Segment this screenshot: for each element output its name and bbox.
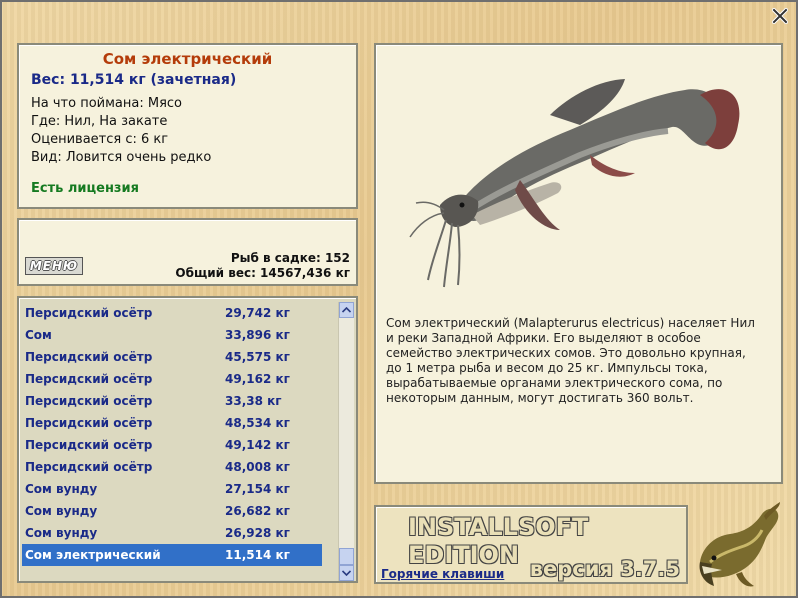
list-item-weight: 48,534 кг (225, 416, 290, 430)
list-scrollbar[interactable] (338, 302, 354, 581)
list-item-weight: 49,142 кг (225, 438, 290, 452)
list-item-name: Сом вунду (25, 526, 98, 540)
fish-info-panel: Сом электрический Вес: 11,514 кг (зачетн… (17, 43, 358, 209)
scroll-thumb[interactable] (339, 548, 354, 565)
list-item-name: Персидский осётр (25, 350, 153, 364)
list-item-weight: 45,575 кг (225, 350, 290, 364)
list-item-weight: 49,162 кг (225, 372, 290, 386)
fish-weight: Вес: 11,514 кг (зачетная) (31, 72, 237, 88)
pike-logo-icon (699, 502, 780, 587)
list-item[interactable]: Сом вунду 26,682 кг (22, 500, 322, 522)
version-label: версия 3.7.5 (529, 557, 680, 581)
menu-button[interactable]: МЕНЮ (25, 257, 83, 275)
list-item-name: Персидский осётр (25, 394, 153, 408)
menu-button-label: МЕНЮ (29, 259, 79, 273)
fish-value: Оценивается с: 6 кг (31, 132, 169, 147)
list-item[interactable]: Персидский осётр 49,162 кг (22, 368, 322, 390)
list-item-name: Персидский осётр (25, 372, 153, 386)
fish-count: Рыб в садке: 152 (230, 251, 350, 265)
fish-bait: На что поймана: Мясо (31, 96, 183, 111)
list-item-name: Персидский осётр (25, 438, 153, 452)
list-item[interactable]: Персидский осётр 49,142 кг (22, 434, 322, 456)
list-item-name: Сом (25, 328, 52, 342)
catch-list-panel: Персидский осётр 29,742 кг Сом 33,896 кг Пер… (17, 296, 358, 583)
list-item-weight: 27,154 кг (225, 482, 290, 496)
chevron-up-icon (342, 307, 351, 313)
scroll-down-button[interactable] (339, 565, 354, 581)
fish-place: Где: Нил, На закате (31, 114, 168, 129)
fish-rarity: Вид: Ловится очень редко (31, 150, 212, 165)
list-item[interactable]: Сом 33,896 кг (22, 324, 322, 346)
list-item-weight: 11,514 кг (225, 548, 290, 562)
fish-description-panel: Сом электрический (Malapterurus electric… (374, 43, 783, 484)
list-item-weight: 33,38 кг (225, 394, 282, 408)
list-item[interactable]: Персидский осётр 29,742 кг (22, 302, 322, 324)
list-item-weight: 26,928 кг (225, 526, 290, 540)
fish-details: На что поймана: Мясо Где: Нил, На закате… (31, 95, 344, 167)
catfish-image (409, 79, 740, 288)
list-item-weight: 33,896 кг (225, 328, 290, 342)
catch-list: Персидский осётр 29,742 кг Сом 33,896 кг Пер… (22, 302, 322, 566)
list-item-name: Сом вунду (25, 482, 98, 496)
list-item-selected[interactable]: Сом электрический 11,514 кг (22, 544, 322, 566)
list-item[interactable]: Персидский осётр 45,575 кг (22, 346, 322, 368)
list-item-name: Сом вунду (25, 504, 98, 518)
close-button[interactable] (770, 6, 790, 26)
list-item-weight: 26,682 кг (225, 504, 290, 518)
list-item[interactable]: Сом вунду 26,928 кг (22, 522, 322, 544)
keepnet-stats-panel: МЕНЮ Рыб в садке: 152 Общий вес: 14567,4… (17, 218, 358, 286)
fish-title: Сом электрический (102, 50, 273, 68)
description-text: Сом электрический (Malapterurus electric… (386, 316, 755, 405)
close-icon (772, 8, 788, 24)
total-weight: Общий вес: 14567,436 кг (175, 266, 350, 280)
brand-panel: INSTALLSOFT EDITION версия 3.7.5 Горячие… (374, 505, 688, 584)
list-item[interactable]: Персидский осётр 48,008 кг (22, 456, 322, 478)
list-item-weight: 29,742 кг (225, 306, 290, 320)
hotkeys-link[interactable]: Горячие клавиши (381, 567, 504, 581)
list-item[interactable]: Сом вунду 27,154 кг (22, 478, 322, 500)
list-item-name: Персидский осётр (25, 306, 153, 320)
list-item-name: Персидский осётр (25, 460, 153, 474)
list-item[interactable]: Персидский осётр 33,38 кг (22, 390, 322, 412)
list-item-weight: 48,008 кг (225, 460, 290, 474)
scroll-up-button[interactable] (339, 302, 354, 318)
list-item[interactable]: Персидский осётр 48,534 кг (22, 412, 322, 434)
chevron-down-icon (342, 570, 351, 576)
license-status: Есть лицензия (31, 181, 139, 196)
list-item-name: Персидский осётр (25, 416, 153, 430)
list-item-name: Сом электрический (25, 548, 161, 562)
